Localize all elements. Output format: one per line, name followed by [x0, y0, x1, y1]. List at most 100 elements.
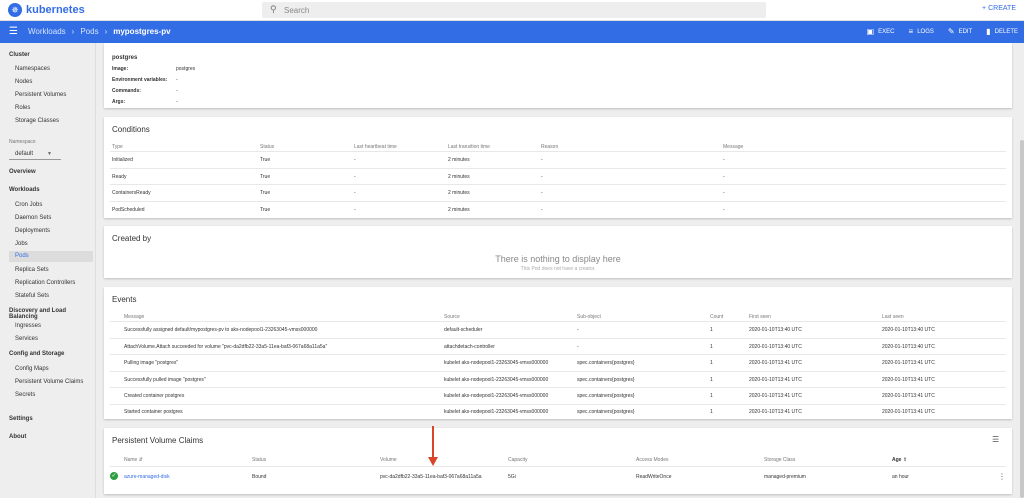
sidebar-item-cron-jobs[interactable]: Cron Jobs	[15, 202, 42, 208]
sidebar-item-ingresses[interactable]: Ingresses	[15, 323, 41, 329]
event-subobject: spec.containers{postgres}	[577, 360, 635, 366]
row-divider	[110, 151, 1006, 152]
event-message: Pulling image "postgres"	[124, 360, 179, 366]
events-card: Events Message Source Sub-object Count F…	[104, 287, 1012, 419]
event-message: AttachVolume.Attach succeeded for volume…	[124, 344, 328, 350]
sidebar-item-jobs[interactable]: Jobs	[15, 241, 28, 247]
row-divider	[110, 201, 1006, 202]
sidebar-section-cluster[interactable]: Cluster	[9, 52, 30, 58]
sidebar-item-pods[interactable]: Pods	[9, 251, 93, 262]
column-header: Message	[723, 144, 744, 150]
search-box[interactable]: ⚲	[262, 2, 766, 18]
event-subobject: -	[577, 344, 579, 350]
sidebar-section-overview[interactable]: Overview	[9, 169, 36, 175]
sidebar-item-roles[interactable]: Roles	[15, 105, 30, 111]
create-button[interactable]: + CREATE	[982, 5, 1016, 12]
sidebar-item-storage-classes[interactable]: Storage Classes	[15, 118, 59, 124]
condition-status: True	[260, 190, 271, 196]
column-header-age[interactable]: Age ⇧	[892, 457, 907, 463]
sidebar-section-config[interactable]: Config and Storage	[9, 351, 64, 357]
exec-button[interactable]: ▣ EXEC	[867, 27, 895, 36]
event-subobject: spec.containers{postgres}	[577, 393, 635, 399]
condition-type: ContainersReady	[112, 190, 151, 196]
pvc-card: Persistent Volume Claims ☰ Name ⇵ Status…	[104, 428, 1012, 494]
event-source: attachdetach-controller	[444, 344, 495, 350]
image-label: Image:	[112, 66, 129, 72]
sidebar-item-persistent-volume-claims[interactable]: Persistent Volume Claims	[15, 379, 83, 385]
pvc-capacity: 5Gi	[508, 474, 516, 480]
sidebar-item-secrets[interactable]: Secrets	[15, 392, 35, 398]
event-first-seen: 2020-01-10T13:40 UTC	[749, 327, 802, 333]
sidebar-item-config-maps[interactable]: Config Maps	[15, 366, 49, 372]
search-icon: ⚲	[270, 4, 277, 14]
column-header: Access Modes	[636, 457, 669, 463]
sidebar-section-about[interactable]: About	[9, 434, 26, 440]
sidebar-section-workloads[interactable]: Workloads	[9, 187, 40, 193]
menu-icon[interactable]: ☰	[9, 26, 18, 37]
column-header: Last transition time	[448, 144, 490, 150]
pvc-storage-class: managed-premium	[764, 474, 806, 480]
sidebar-item-deployments[interactable]: Deployments	[15, 228, 50, 234]
container-card: postgres Image: postgres Environment var…	[104, 43, 1012, 108]
filter-icon[interactable]: ☰	[992, 435, 999, 444]
row-divider	[110, 466, 1006, 467]
delete-button[interactable]: ▮ DELETE	[986, 27, 1018, 36]
column-header: Status	[252, 457, 267, 463]
sidebar-item-daemon-sets[interactable]: Daemon Sets	[15, 215, 51, 221]
plus-icon: +	[982, 5, 987, 12]
column-header: Type	[112, 144, 123, 150]
conditions-title: Conditions	[112, 125, 150, 134]
kubernetes-logo[interactable]: ✵ kubernetes	[8, 3, 85, 17]
sidebar-section-settings[interactable]: Settings	[9, 416, 33, 422]
condition-transition: 2 minutes	[448, 190, 470, 196]
sidebar-item-replica-sets[interactable]: Replica Sets	[15, 267, 49, 273]
sidebar-item-replication-controllers[interactable]: Replication Controllers	[15, 280, 75, 286]
sidebar-item-stateful-sets[interactable]: Stateful Sets	[15, 293, 49, 299]
logs-button[interactable]: ≡ LOGS	[909, 27, 934, 36]
top-bar: ✵ kubernetes ⚲ + CREATE	[0, 0, 1024, 21]
logs-label: LOGS	[917, 28, 934, 35]
sidebar-section-discovery[interactable]: Discovery and Load Balancing	[9, 308, 95, 320]
condition-heartbeat: -	[354, 207, 356, 213]
event-message: Created container postgres	[124, 393, 185, 399]
pvc-age: an hour	[892, 474, 909, 480]
breadcrumb-pods[interactable]: Pods	[80, 27, 98, 36]
event-message: Successfully assigned default/mypostgres…	[124, 327, 318, 333]
event-subobject: -	[577, 327, 579, 333]
edit-button[interactable]: ✎ EDIT	[948, 27, 972, 36]
sidebar-item-persistent-volumes[interactable]: Persistent Volumes	[15, 92, 66, 98]
app-title: kubernetes	[26, 4, 85, 16]
event-count: 1	[710, 327, 713, 333]
event-first-seen: 2020-01-10T13:41 UTC	[749, 360, 802, 366]
helm-wheel-icon: ✵	[8, 3, 22, 17]
more-vert-icon[interactable]: ⋮	[998, 472, 1006, 481]
conditions-card: Conditions Type Status Last heartbeat ti…	[104, 117, 1012, 218]
condition-type: Ready	[112, 174, 127, 180]
event-last-seen: 2020-01-10T13:41 UTC	[882, 360, 935, 366]
sidebar-item-services[interactable]: Services	[15, 336, 38, 342]
row-divider	[110, 168, 1006, 169]
condition-message: -	[723, 174, 725, 180]
args-label: Args:	[112, 99, 126, 105]
event-first-seen: 2020-01-10T13:40 UTC	[749, 344, 802, 350]
namespace-select[interactable]: default ▼	[15, 151, 52, 157]
chevron-right-icon: ›	[104, 27, 108, 36]
event-last-seen: 2020-01-10T13:40 UTC	[882, 344, 935, 350]
search-input[interactable]	[284, 3, 754, 17]
chevron-right-icon: ›	[71, 27, 75, 36]
sidebar: Cluster Namespaces Nodes Persistent Volu…	[0, 43, 96, 498]
logs-icon: ≡	[908, 27, 914, 36]
row-divider	[110, 321, 1006, 322]
breadcrumb-workloads[interactable]: Workloads	[28, 27, 66, 36]
column-header-name[interactable]: Name ⇵	[124, 457, 143, 463]
sidebar-item-namespaces[interactable]: Namespaces	[15, 66, 50, 72]
sidebar-item-nodes[interactable]: Nodes	[15, 79, 32, 85]
pvc-name-link[interactable]: azure-managed-disk	[124, 474, 170, 480]
event-source: kubelet aks-nodepool1-23263045-vmss00000…	[444, 377, 549, 383]
check-circle-icon: ✓	[110, 472, 118, 480]
scrollbar[interactable]	[1020, 140, 1024, 498]
column-header: Storage Class	[764, 457, 796, 463]
env-value: -	[176, 77, 178, 83]
event-source: default-scheduler	[444, 327, 483, 333]
column-header: First seen	[749, 314, 771, 320]
